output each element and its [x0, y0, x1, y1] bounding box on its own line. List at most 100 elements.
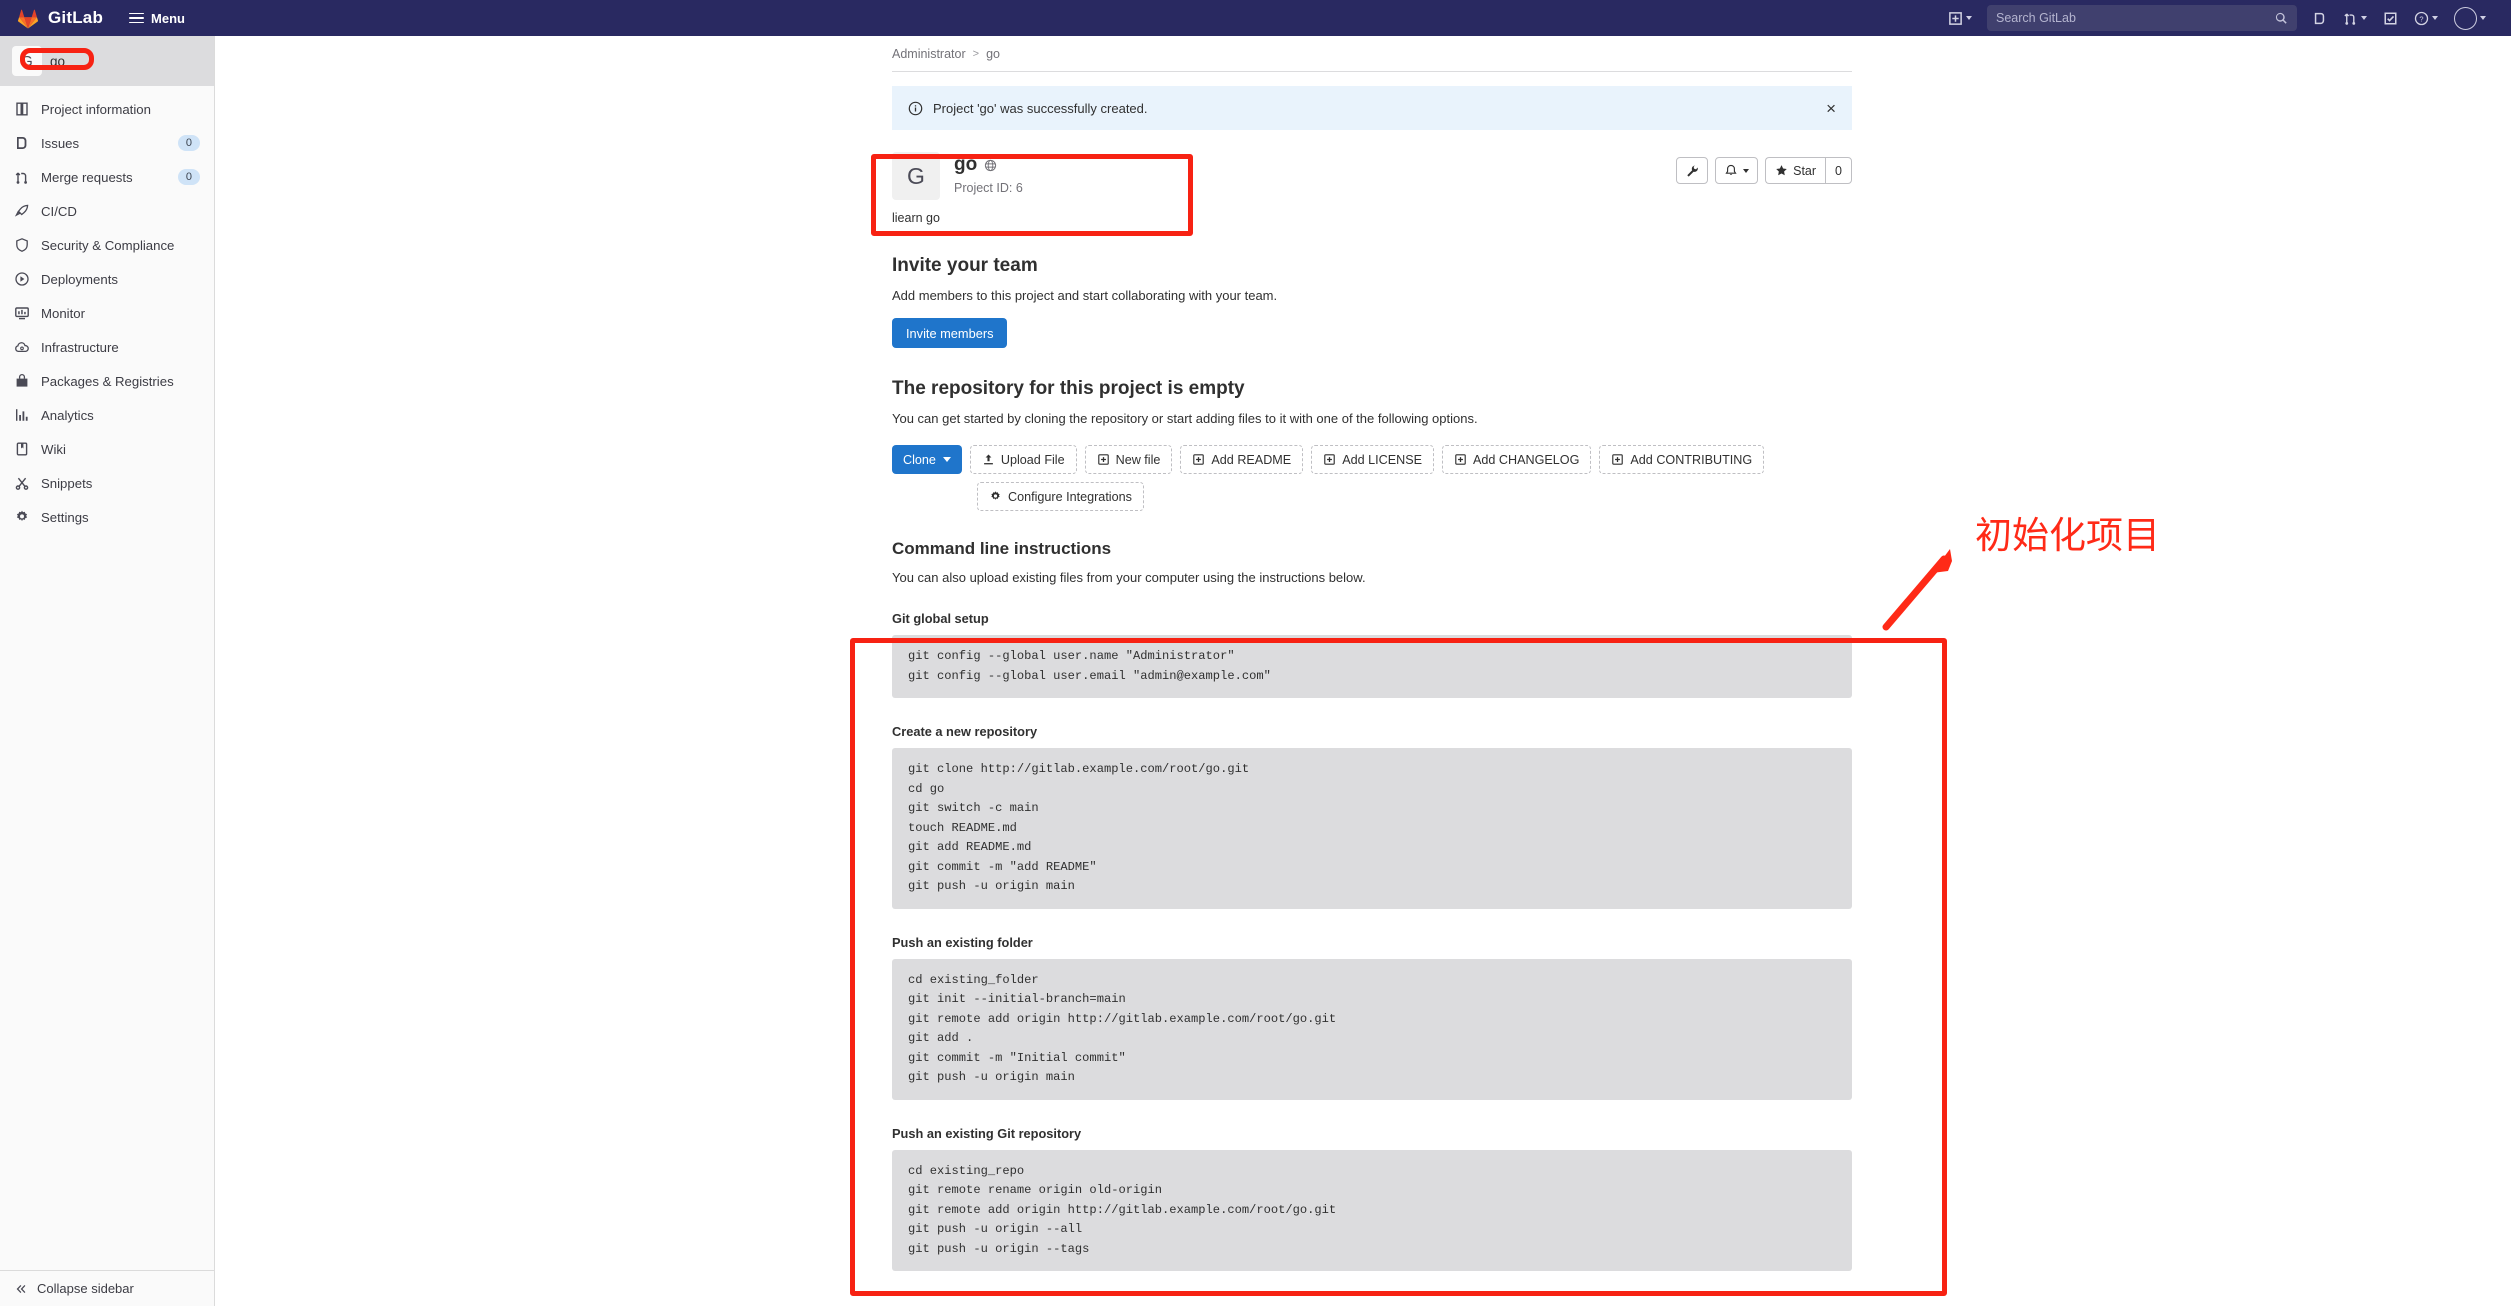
collapse-sidebar-button[interactable]: Collapse sidebar: [0, 1270, 214, 1306]
new-file-icon: [1612, 454, 1624, 465]
upload-file-button[interactable]: Upload File: [969, 445, 1077, 474]
invite-team-heading: Invite your team: [892, 255, 1038, 276]
new-file-button[interactable]: New file: [1084, 445, 1173, 474]
sidebar-item-analytics[interactable]: Analytics: [0, 398, 214, 432]
shield-icon: [14, 237, 30, 253]
chevron-down-icon: [1966, 16, 1972, 20]
add-contributing-button[interactable]: Add CONTRIBUTING: [1599, 445, 1765, 474]
code-block-git-global-setup[interactable]: git config --global user.name "Administr…: [892, 635, 1852, 698]
issues-nav-button[interactable]: [2305, 4, 2334, 32]
cli-instructions-description: You can also upload existing files from …: [892, 570, 1366, 585]
project-information-icon: [14, 101, 30, 117]
sidebar-item-monitor[interactable]: Monitor: [0, 296, 214, 330]
menu-button-label: Menu: [151, 10, 185, 26]
code-block-create-new-repository[interactable]: git clone http://gitlab.example.com/root…: [892, 748, 1852, 909]
todo-checkbox-icon: [2384, 12, 2397, 24]
merge-requests-nav-button[interactable]: [2336, 4, 2374, 32]
rocket-icon: [14, 203, 30, 219]
gitlab-logo-icon[interactable]: [16, 6, 40, 30]
sidebar-issues-count: 0: [177, 135, 200, 151]
empty-repo-heading: The repository for this project is empty: [892, 378, 1245, 399]
chevron-down-icon: [942, 457, 951, 462]
chevron-down-icon: [2361, 16, 2367, 20]
sidebar-project-link[interactable]: G go: [0, 36, 214, 86]
breadcrumb-root[interactable]: Administrator: [892, 47, 966, 61]
chevron-down-icon: [2480, 16, 2486, 20]
sidebar-item-wiki[interactable]: Wiki: [0, 432, 214, 466]
button-label: New file: [1115, 452, 1161, 467]
cloud-gear-icon: [14, 339, 30, 355]
project-settings-button[interactable]: [1676, 157, 1709, 184]
top-navigation-actions: ?: [1941, 0, 2493, 36]
new-item-button[interactable]: [1941, 4, 1979, 32]
search-icon: [2275, 12, 2287, 24]
plus-square-icon: [1949, 11, 1962, 25]
search-box[interactable]: [1987, 5, 2297, 31]
merge-request-icon: [14, 169, 30, 185]
question-circle-icon: ?: [2414, 11, 2429, 25]
sidebar-item-label: Deployments: [41, 271, 118, 287]
configure-integrations-button[interactable]: Configure Integrations: [977, 482, 1144, 511]
help-nav-button[interactable]: ?: [2407, 4, 2445, 32]
star-icon: [1776, 165, 1787, 176]
sidebar-item-merge-requests[interactable]: Merge requests 0: [0, 160, 214, 194]
project-meta: go Project ID: 6: [954, 152, 1023, 195]
add-license-button[interactable]: Add LICENSE: [1311, 445, 1435, 474]
sidebar-item-deployments[interactable]: Deployments: [0, 262, 214, 296]
collapse-sidebar-label: Collapse sidebar: [37, 1281, 134, 1296]
chevron-down-icon: [1743, 168, 1750, 173]
sidebar-item-infrastructure[interactable]: Infrastructure: [0, 330, 214, 364]
alert-message: Project 'go' was successfully created.: [933, 100, 1148, 116]
project-sidebar: G go Project information Issues 0 Merge …: [0, 36, 215, 1306]
breadcrumb-separator: >: [972, 47, 980, 60]
invite-members-button[interactable]: Invite members: [892, 318, 1008, 348]
sidebar-item-label: Settings: [41, 509, 89, 525]
code-block-title: Git global setup: [892, 611, 989, 626]
project-actions: Star 0: [1676, 152, 1852, 184]
chevron-down-icon: [2432, 16, 2438, 20]
success-alert: Project 'go' was successfully created. ×: [892, 86, 1852, 130]
globe-icon: [984, 159, 997, 172]
sidebar-item-security-compliance[interactable]: Security & Compliance: [0, 228, 214, 262]
sidebar-item-label: Issues: [41, 135, 80, 151]
code-block-title: Push an existing folder: [892, 934, 1033, 950]
notification-settings-button[interactable]: [1715, 157, 1759, 184]
new-file-icon: [1455, 454, 1466, 465]
add-readme-button[interactable]: Add README: [1180, 445, 1304, 474]
user-menu-button[interactable]: [2447, 4, 2493, 32]
sidebar-item-label: CI/CD: [41, 203, 77, 219]
code-block-push-existing-folder[interactable]: cd existing_folder git init --initial-br…: [892, 958, 1852, 1100]
empty-repo-description: You can get started by cloning the repos…: [892, 411, 1478, 426]
star-button[interactable]: Star: [1765, 157, 1826, 184]
button-label: Add README: [1211, 452, 1292, 467]
sidebar-item-label: Merge requests: [41, 169, 133, 185]
new-file-icon: [1097, 454, 1109, 465]
project-id-label: Project ID: 6: [954, 181, 1023, 195]
sidebar-item-ci-cd[interactable]: CI/CD: [0, 194, 214, 228]
search-input[interactable]: [1996, 11, 2274, 25]
new-file-icon: [1193, 454, 1205, 465]
sidebar-item-label: Snippets: [41, 475, 93, 491]
button-label: Upload File: [1000, 452, 1065, 467]
close-icon[interactable]: ×: [1826, 100, 1836, 117]
breadcrumb-current[interactable]: go: [986, 47, 1000, 61]
wrench-icon: [1687, 165, 1698, 177]
package-icon: [14, 373, 30, 389]
integrations-row: Configure Integrations: [977, 482, 1852, 511]
sidebar-item-project-information[interactable]: Project information: [0, 92, 214, 126]
todos-nav-button[interactable]: [2376, 4, 2405, 32]
add-changelog-button[interactable]: Add CHANGELOG: [1442, 445, 1592, 474]
clone-button[interactable]: Clone: [892, 445, 962, 474]
info-circle-icon: [908, 101, 923, 116]
sidebar-item-label: Monitor: [41, 305, 85, 321]
new-file-icon: [1324, 454, 1335, 465]
content-column: Project 'go' was successfully created. ×…: [892, 86, 1852, 1271]
chart-bar-icon: [14, 407, 30, 423]
star-count[interactable]: 0: [1825, 157, 1852, 184]
menu-button[interactable]: Menu: [129, 10, 185, 27]
sidebar-item-settings[interactable]: Settings: [0, 500, 214, 534]
code-block-push-existing-git-repository[interactable]: cd existing_repo git remote rename origi…: [892, 1149, 1852, 1271]
sidebar-item-snippets[interactable]: Snippets: [0, 466, 214, 500]
sidebar-item-issues[interactable]: Issues 0: [0, 126, 214, 160]
sidebar-item-packages-registries[interactable]: Packages & Registries: [0, 364, 214, 398]
